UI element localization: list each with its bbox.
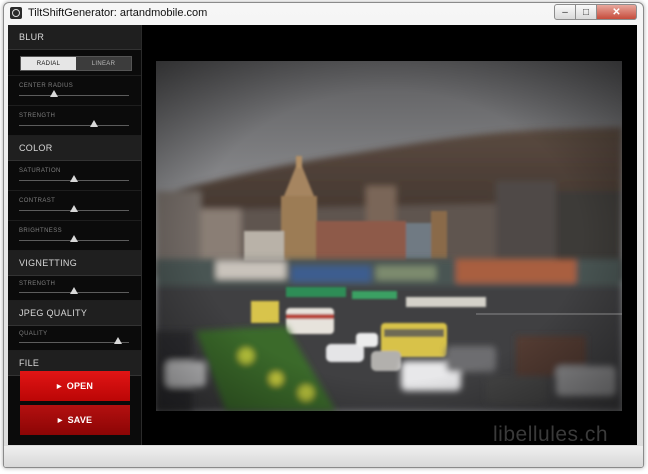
window-title: TiltShiftGenerator: artandmobile.com [28,7,208,19]
center-radius-slider-knob[interactable] [50,90,59,97]
center-radius-label: CENTER RADIUS [19,83,74,89]
brightness-label: BRIGHTNESS [19,228,63,234]
quality-track[interactable] [19,342,129,343]
settings-sidebar: BLUR RADIAL LINEAR CENTER RADIUS STRENGT… [8,25,142,445]
quality-control: QUALITY [8,326,141,351]
contrast-control: CONTRAST [8,191,141,221]
blur-mode-toggle: RADIAL LINEAR [20,56,132,71]
vignetting-strength-slider-knob[interactable] [70,287,78,294]
blur-strength-label: STRENGTH [19,113,56,119]
blur-strength-slider-knob[interactable] [89,120,98,127]
vignetting-strength-control: STRENGTH [8,276,141,301]
color-section-header: COLOR [8,136,141,161]
saturation-label: SATURATION [19,168,61,174]
preview-photo[interactable] [156,61,622,411]
maximize-button[interactable]: □ [576,4,597,20]
quality-slider-knob[interactable] [114,337,122,344]
app-icon [10,7,22,19]
open-button[interactable]: ▶ OPEN [20,371,130,401]
app-window: TiltShiftGenerator: artandmobile.com – □… [3,2,644,468]
minimize-button[interactable]: – [554,4,576,20]
brightness-slider-knob[interactable] [70,235,78,242]
play-arrow-icon: ▶ [57,417,63,424]
contrast-label: CONTRAST [19,198,56,204]
blur-strength-track[interactable] [19,125,129,126]
status-bar [4,446,643,467]
close-button[interactable]: ✕ [597,4,637,20]
window-controls: – □ ✕ [554,4,637,20]
blur-section-header: BLUR [8,25,141,50]
center-radius-track[interactable] [19,95,129,96]
play-arrow-icon: ▶ [56,383,62,390]
open-button-label: OPEN [66,381,94,391]
watermark-text: libellules.ch [493,423,609,446]
vignetting-strength-label: STRENGTH [19,281,56,287]
linear-mode-button[interactable]: LINEAR [76,57,131,70]
title-bar[interactable]: TiltShiftGenerator: artandmobile.com – □… [4,3,643,24]
blur-mode-row: RADIAL LINEAR [8,50,141,76]
radial-mode-button[interactable]: RADIAL [21,57,76,70]
brightness-control: BRIGHTNESS [8,221,141,251]
center-radius-control: CENTER RADIUS [8,76,141,106]
save-button-label: SAVE [67,415,93,425]
vignetting-section-header: VIGNETTING [8,251,141,276]
blur-strength-control: STRENGTH [8,106,141,136]
jpeg-quality-section-header: JPEG QUALITY [8,301,141,326]
tilt-shift-city-photo [156,61,622,411]
quality-label: QUALITY [19,331,48,337]
contrast-slider-knob[interactable] [70,205,78,212]
app-client-area: BLUR RADIAL LINEAR CENTER RADIUS STRENGT… [8,25,637,446]
saturation-slider-knob[interactable] [70,175,78,182]
saturation-control: SATURATION [8,161,141,191]
save-button[interactable]: ▶ SAVE [20,405,130,435]
